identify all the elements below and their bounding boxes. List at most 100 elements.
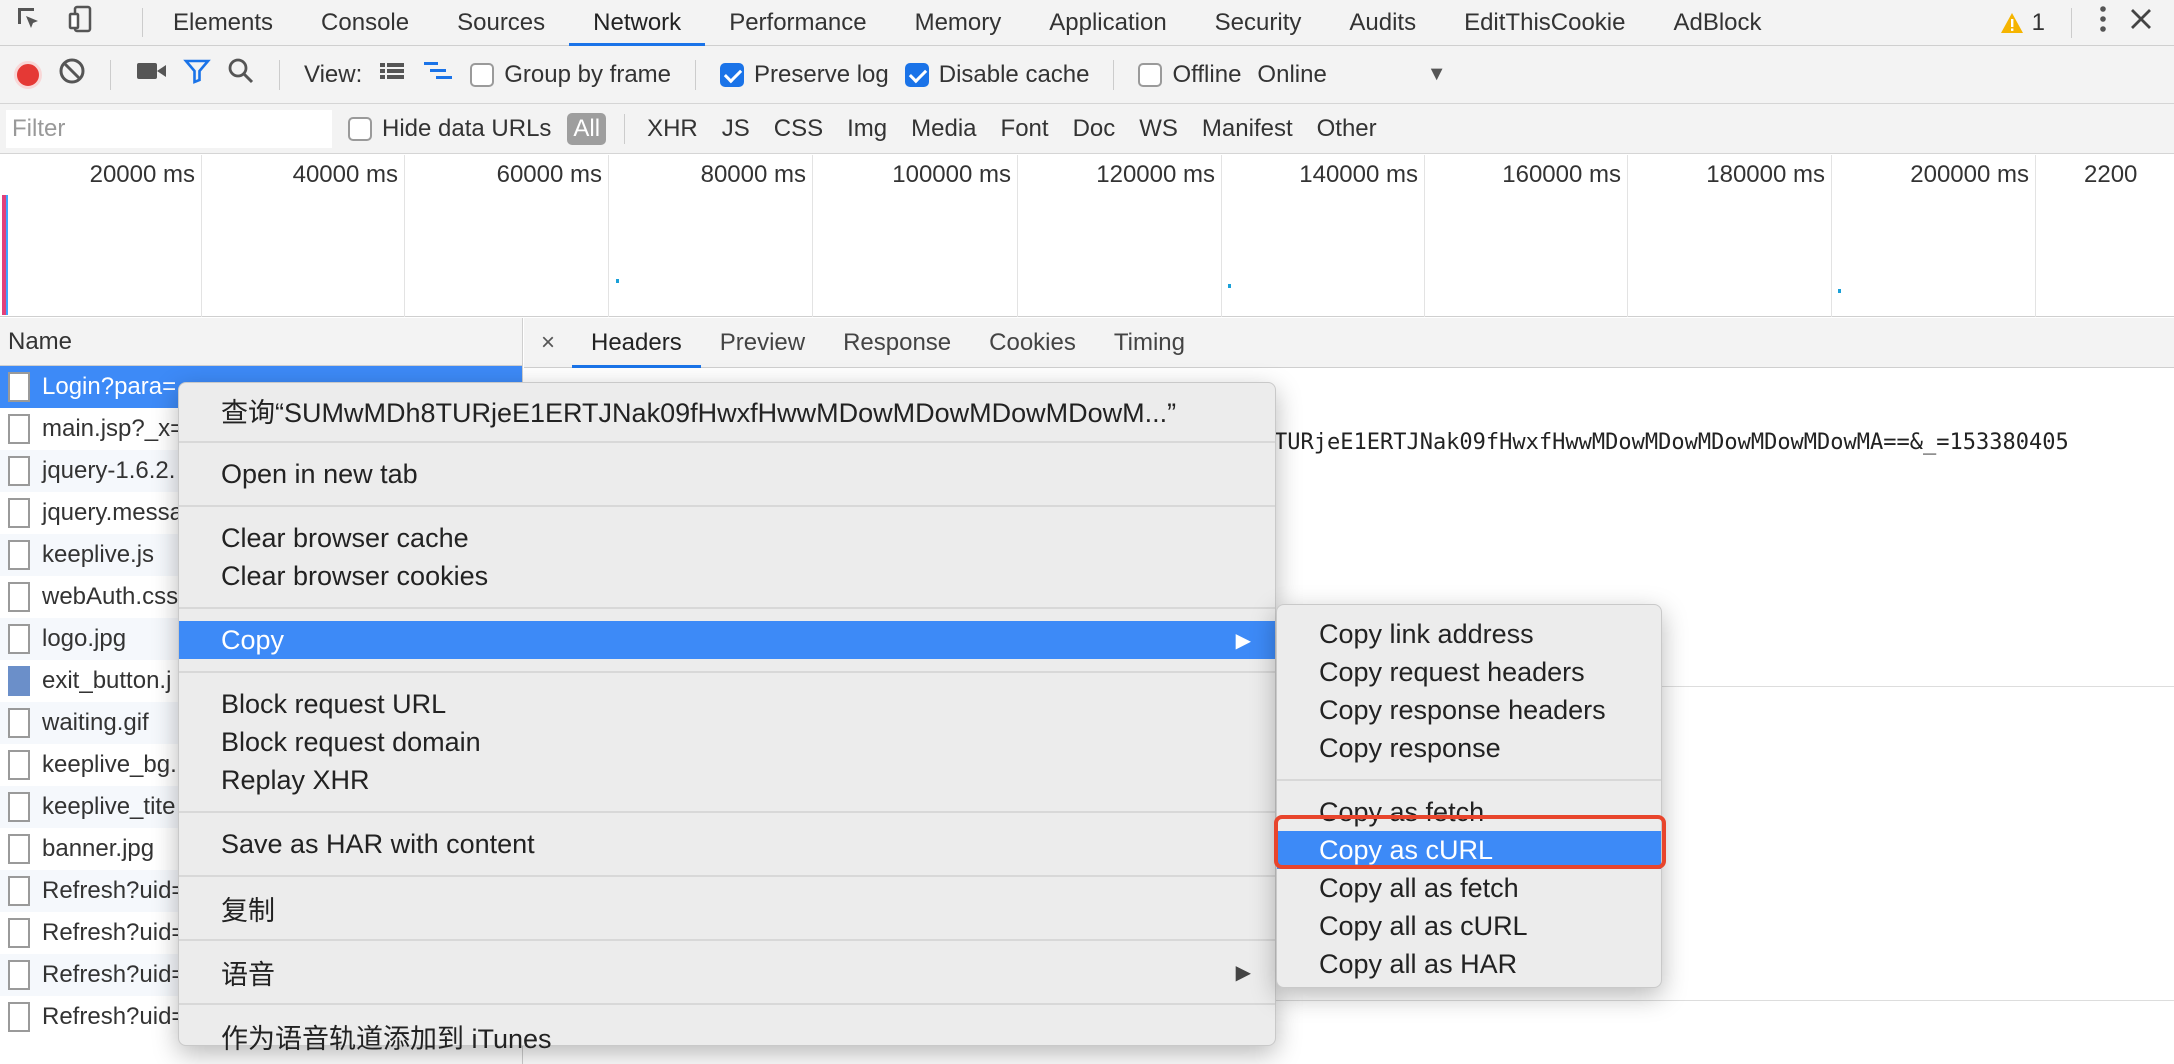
- menu-item-block-url[interactable]: Block request URL: [179, 685, 1275, 723]
- disable-cache-option[interactable]: Disable cache: [904, 60, 1090, 89]
- waterfall-view-icon[interactable]: [422, 60, 454, 89]
- group-by-frame-checkbox[interactable]: [470, 62, 495, 87]
- stylesheet-file-icon: [8, 582, 30, 612]
- search-icon[interactable]: [227, 57, 255, 92]
- menu-item-yuyin-label: 语音: [221, 959, 275, 990]
- name-column-header[interactable]: Name: [0, 318, 522, 366]
- tab-audits[interactable]: Audits: [1325, 0, 1440, 45]
- menu-item-yuyin[interactable]: 语音 ▶: [179, 953, 1275, 991]
- type-filter-js[interactable]: JS: [718, 115, 754, 143]
- tab-elements[interactable]: Elements: [149, 0, 297, 45]
- type-filter-manifest[interactable]: Manifest: [1198, 115, 1297, 143]
- submenu-item-copy-request-headers[interactable]: Copy request headers: [1277, 653, 1661, 691]
- menu-item-clear-cookies[interactable]: Clear browser cookies: [179, 557, 1275, 595]
- filter-input[interactable]: [6, 109, 332, 148]
- menu-separator: [179, 505, 1275, 507]
- filter-funnel-icon[interactable]: [183, 57, 211, 92]
- type-filter-ws[interactable]: WS: [1135, 115, 1182, 143]
- image-file-icon: [8, 708, 30, 738]
- type-filter-media[interactable]: Media: [907, 115, 980, 143]
- menu-item-open-new-tab[interactable]: Open in new tab: [179, 455, 1275, 493]
- disable-cache-checkbox[interactable]: [904, 62, 929, 87]
- tab-preview[interactable]: Preview: [701, 318, 824, 367]
- menu-item-lookup[interactable]: 查询“SUMwMDh8TURjeE1ERTJNak09fHwxfHwwMDowM…: [179, 391, 1275, 429]
- tab-adblock[interactable]: AdBlock: [1649, 0, 1785, 45]
- tab-cookies[interactable]: Cookies: [970, 318, 1095, 367]
- clear-icon[interactable]: [58, 57, 86, 92]
- tab-editthiscookie[interactable]: EditThisCookie: [1440, 0, 1649, 45]
- tab-network[interactable]: Network: [569, 0, 706, 46]
- type-filter-doc[interactable]: Doc: [1069, 115, 1120, 143]
- menu-item-block-domain[interactable]: Block request domain: [179, 723, 1275, 761]
- submenu-item-copy-response[interactable]: Copy response: [1277, 729, 1661, 767]
- context-menu: 查询“SUMwMDh8TURjeE1ERTJNak09fHwxfHwwMDowM…: [178, 382, 1276, 1054]
- request-name: main.jsp?_x=: [42, 415, 185, 442]
- tab-headers[interactable]: Headers: [572, 318, 701, 368]
- list-view-icon[interactable]: [378, 60, 406, 89]
- devtools-tabbar: Elements Console Sources Network Perform…: [0, 0, 2174, 46]
- tab-performance[interactable]: Performance: [705, 0, 890, 45]
- throttling-select[interactable]: Online ▼: [1257, 61, 1446, 89]
- timeline-dom-marker: [6, 195, 8, 315]
- warning-indicator[interactable]: 1: [2000, 9, 2045, 37]
- inspect-element-icon[interactable]: [14, 4, 44, 41]
- menu-item-add-itunes[interactable]: 作为语音轨道添加到 iTunes: [179, 1017, 1275, 1055]
- tab-memory[interactable]: Memory: [891, 0, 1026, 45]
- hide-data-urls-checkbox[interactable]: [348, 116, 372, 141]
- preserve-log-option[interactable]: Preserve log: [720, 61, 889, 89]
- timeline-overview[interactable]: 20000 ms 40000 ms 60000 ms 80000 ms 1000…: [0, 155, 2174, 317]
- hide-data-urls-option[interactable]: Hide data URLs: [348, 115, 551, 143]
- menu-separator: [179, 939, 1275, 941]
- offline-option[interactable]: Offline: [1138, 61, 1241, 89]
- detail-tabs: × Headers Preview Response Cookies Timin…: [524, 318, 2174, 368]
- group-by-frame-option[interactable]: Group by frame: [470, 61, 671, 89]
- warning-icon: [2000, 12, 2023, 33]
- type-filter-font[interactable]: Font: [997, 115, 1053, 143]
- device-toggle-icon[interactable]: [66, 4, 96, 41]
- type-filter-img[interactable]: Img: [843, 115, 891, 143]
- menu-separator: [179, 875, 1275, 877]
- document-icon: [8, 372, 30, 402]
- type-filter-xhr[interactable]: XHR: [643, 115, 702, 143]
- type-filter-css[interactable]: CSS: [770, 115, 827, 143]
- timeline-tick: 100000 ms: [813, 155, 1018, 317]
- tab-response[interactable]: Response: [824, 318, 970, 367]
- menu-item-copy[interactable]: Copy ▶: [179, 621, 1275, 659]
- document-icon: [8, 876, 30, 906]
- preserve-log-checkbox[interactable]: [720, 62, 744, 87]
- tab-console[interactable]: Console: [297, 0, 433, 45]
- submenu-item-copy-response-headers[interactable]: Copy response headers: [1277, 691, 1661, 729]
- submenu-item-copy-link-address[interactable]: Copy link address: [1277, 615, 1661, 653]
- toolbar-separator: [1113, 59, 1115, 90]
- throttling-value: Online: [1257, 60, 1327, 88]
- submenu-item-copy-all-as-fetch[interactable]: Copy all as fetch: [1277, 869, 1661, 907]
- filter-separator: [624, 113, 626, 144]
- type-filter-all[interactable]: All: [567, 112, 607, 145]
- submenu-item-copy-all-as-curl[interactable]: Copy all as cURL: [1277, 907, 1661, 945]
- hide-data-urls-label: Hide data URLs: [382, 114, 552, 142]
- offline-checkbox[interactable]: [1138, 62, 1163, 87]
- submenu-item-copy-as-fetch[interactable]: Copy as fetch: [1277, 793, 1661, 831]
- submenu-item-copy-as-curl[interactable]: Copy as cURL: [1277, 831, 1661, 869]
- submenu-item-copy-all-as-har[interactable]: Copy all as HAR: [1277, 945, 1661, 983]
- video-camera-icon[interactable]: [135, 60, 167, 89]
- menu-separator: [1277, 779, 1661, 781]
- filter-bar: Hide data URLs All XHR JS CSS Img Media …: [0, 104, 2174, 154]
- timeline-tick: 20000 ms: [0, 155, 202, 317]
- document-icon: [8, 414, 30, 444]
- type-filter-other[interactable]: Other: [1313, 115, 1381, 143]
- disable-cache-label: Disable cache: [938, 60, 1090, 88]
- tab-timing[interactable]: Timing: [1095, 318, 1204, 367]
- menu-item-save-har[interactable]: Save as HAR with content: [179, 825, 1275, 863]
- view-label: View:: [304, 60, 363, 88]
- close-detail-icon[interactable]: ×: [524, 318, 572, 367]
- tab-sources[interactable]: Sources: [433, 0, 569, 45]
- tab-security[interactable]: Security: [1191, 0, 1326, 45]
- menu-item-fuzhi[interactable]: 复制: [179, 889, 1275, 927]
- tab-application[interactable]: Application: [1025, 0, 1190, 45]
- menu-item-clear-cache[interactable]: Clear browser cache: [179, 519, 1275, 557]
- more-options-icon[interactable]: [2098, 5, 2108, 40]
- menu-item-replay-xhr[interactable]: Replay XHR: [179, 761, 1275, 799]
- close-devtools-icon[interactable]: [2130, 8, 2152, 37]
- record-button[interactable]: [14, 60, 42, 89]
